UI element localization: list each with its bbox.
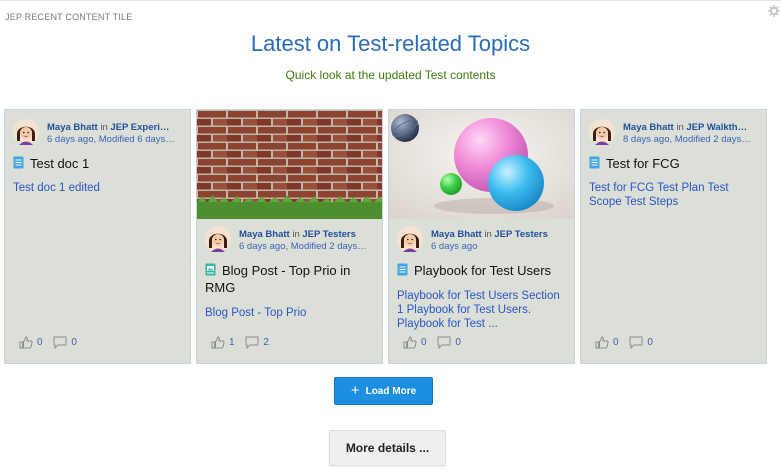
card-title[interactable]: Test doc 1 (13, 155, 182, 172)
document-icon (13, 156, 24, 169)
place-link[interactable]: JEP Testers (302, 229, 356, 240)
card-header: Maya Bhatt in JEP Walkth… 8 days ago, Mod… (589, 119, 760, 153)
card-title[interactable]: Playbook for Test Users (397, 262, 566, 279)
thumbs-up-icon (19, 336, 33, 349)
author-link[interactable]: Maya Bhatt (47, 122, 98, 133)
card-date: 8 days ago, Modified 2 days… (623, 134, 751, 145)
comment-icon (245, 336, 259, 349)
spheres-render-image[interactable] (389, 110, 574, 219)
card-title-text: Blog Post - Top Prio in RMG (205, 263, 351, 295)
document-icon (589, 156, 600, 169)
card-excerpt[interactable]: Test doc 1 edited (13, 181, 182, 195)
content-card[interactable]: Maya Bhatt in JEP Testers 6 days ago, Mod… (196, 109, 383, 364)
author-link[interactable]: Maya Bhatt (623, 122, 674, 133)
author-link[interactable]: Maya Bhatt (431, 229, 482, 240)
like-button[interactable]: 0 (595, 336, 619, 349)
card-title[interactable]: Blog Post - Top Prio in RMG (205, 262, 374, 296)
plus-icon: + (350, 382, 360, 399)
content-card[interactable]: Maya Bhatt in JEP Walkth… 8 days ago, Mod… (580, 109, 767, 364)
gear-icon[interactable] (768, 5, 780, 17)
avatar[interactable] (397, 226, 423, 252)
in-text: in (100, 122, 108, 133)
card-date: 6 days ago, Modified 6 days… (47, 134, 175, 145)
like-count: 0 (37, 337, 43, 348)
comment-icon (53, 336, 67, 349)
load-more-button[interactable]: + Load More (334, 377, 433, 405)
place-link[interactable]: JEP Walkth… (686, 122, 747, 133)
comment-count: 0 (647, 337, 653, 348)
content-card[interactable]: Maya Bhatt in JEP Testers 6 days ago Play… (388, 109, 575, 364)
card-stats: 0 0 (595, 336, 661, 350)
thumbs-up-icon (211, 336, 225, 349)
comment-button[interactable]: 2 (245, 336, 269, 349)
card-header: Maya Bhatt in JEP Experi… 6 days ago, Mod… (13, 119, 184, 153)
card-excerpt[interactable]: Blog Post - Top Prio (205, 306, 374, 320)
comment-button[interactable]: 0 (437, 336, 461, 349)
top-divider (0, 0, 781, 1)
thumbs-up-icon (595, 336, 609, 349)
card-date: 6 days ago, Modified 2 days… (239, 241, 367, 252)
like-count: 0 (421, 337, 427, 348)
card-title-text: Test for FCG (606, 156, 680, 171)
brick-wall-image[interactable] (197, 110, 382, 219)
avatar[interactable] (13, 119, 39, 145)
card-date: 6 days ago (431, 241, 478, 252)
thumbs-up-icon (403, 336, 417, 349)
blog-icon (205, 263, 216, 276)
comment-count: 0 (455, 337, 461, 348)
card-title[interactable]: Test for FCG (589, 155, 758, 172)
document-icon (397, 263, 408, 276)
card-title-text: Test doc 1 (30, 156, 90, 171)
more-details-button[interactable]: More details ... (329, 430, 446, 466)
avatar[interactable] (205, 226, 231, 252)
card-title-text: Playbook for Test Users (414, 263, 552, 278)
avatar[interactable] (589, 119, 615, 145)
card-header: Maya Bhatt in JEP Testers 6 days ago (397, 226, 568, 260)
in-text: in (484, 229, 492, 240)
like-count: 1 (229, 337, 235, 348)
content-card[interactable]: Maya Bhatt in JEP Experi… 6 days ago, Mod… (4, 109, 191, 364)
comment-button[interactable]: 0 (53, 336, 77, 349)
load-more-label: Load More (365, 385, 417, 397)
page-title: Latest on Test-related Topics (250, 31, 531, 56)
comment-count: 0 (71, 337, 77, 348)
comment-icon (437, 336, 451, 349)
comment-count: 2 (263, 337, 269, 348)
card-stats: 0 0 (403, 336, 469, 350)
page-subtitle: Quick look at the updated Test contents (285, 68, 496, 82)
place-link[interactable]: JEP Testers (494, 229, 548, 240)
card-excerpt[interactable]: Test for FCG Test Plan Test Scope Test S… (589, 181, 758, 209)
card-excerpt[interactable]: Playbook for Test Users Section 1 Playbo… (397, 289, 566, 331)
comment-icon (629, 336, 643, 349)
like-count: 0 (613, 337, 619, 348)
like-button[interactable]: 1 (211, 336, 235, 349)
in-text: in (292, 229, 300, 240)
in-text: in (676, 122, 684, 133)
card-stats: 0 0 (19, 336, 85, 350)
card-header: Maya Bhatt in JEP Testers 6 days ago, Mod… (205, 226, 376, 260)
comment-button[interactable]: 0 (629, 336, 653, 349)
tile-label: JEP RECENT CONTENT TILE (5, 12, 133, 22)
author-link[interactable]: Maya Bhatt (239, 229, 290, 240)
card-stats: 1 2 (211, 336, 277, 350)
like-button[interactable]: 0 (19, 336, 43, 349)
like-button[interactable]: 0 (403, 336, 427, 349)
place-link[interactable]: JEP Experi… (110, 122, 169, 133)
